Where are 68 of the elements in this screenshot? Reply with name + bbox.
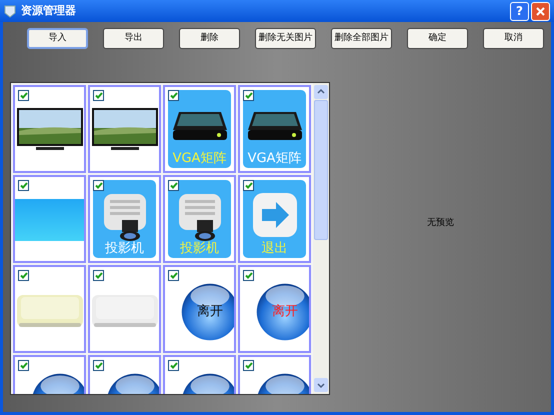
toolbar-button[interactable]: 删除 <box>179 28 240 49</box>
checkbox[interactable] <box>243 180 254 191</box>
checkbox[interactable] <box>168 90 179 101</box>
tile-label: 离开 <box>272 305 298 318</box>
checkbox[interactable] <box>168 360 179 371</box>
check-icon <box>94 92 102 99</box>
image-tile[interactable] <box>13 265 86 353</box>
scroll-thumb[interactable] <box>314 100 328 240</box>
scroll-down-icon[interactable] <box>314 378 328 392</box>
window-title: 资源管理器 <box>21 2 76 19</box>
toolbar-button[interactable]: 删除无关图片 <box>255 28 316 49</box>
help-button[interactable]: ? <box>510 2 529 20</box>
checkbox[interactable] <box>93 180 104 191</box>
preview-text: 无预览 <box>427 217 454 230</box>
scroll-up-icon[interactable] <box>314 85 328 99</box>
television-drawing <box>90 107 158 153</box>
toolbar-button[interactable]: 删除全部图片 <box>331 28 392 49</box>
checkbox[interactable] <box>93 90 104 101</box>
checkbox[interactable] <box>168 180 179 191</box>
check-icon <box>94 362 102 369</box>
key-drawing <box>15 293 84 329</box>
check-icon <box>170 182 178 189</box>
image-tile[interactable] <box>88 265 161 353</box>
television-drawing <box>16 107 84 153</box>
arrow-drawing <box>252 192 298 238</box>
tile-label: 投影机 <box>105 242 144 255</box>
toolbar-button[interactable]: 导入 <box>27 28 88 49</box>
checkbox[interactable] <box>18 180 29 191</box>
check-icon <box>170 92 178 99</box>
image-tile[interactable]: 离开 <box>163 265 236 353</box>
checkbox[interactable] <box>93 360 104 371</box>
check-icon <box>170 362 178 369</box>
close-button[interactable] <box>531 2 550 20</box>
toolbar-button[interactable]: 确定 <box>407 28 468 49</box>
check-icon <box>20 92 28 99</box>
checkbox[interactable] <box>18 360 29 371</box>
gradient-bar-drawing <box>15 199 84 241</box>
check-icon <box>244 182 252 189</box>
check-icon <box>20 182 28 189</box>
image-tile[interactable] <box>13 85 86 173</box>
image-tile[interactable] <box>88 85 161 173</box>
checkbox[interactable] <box>18 90 29 101</box>
checkbox[interactable] <box>168 270 179 281</box>
close-icon <box>536 6 545 16</box>
check-icon <box>244 272 252 279</box>
key-drawing <box>90 293 159 329</box>
tile-label: 离开 <box>197 305 223 318</box>
scrollbar[interactable] <box>313 83 329 394</box>
check-icon <box>94 182 102 189</box>
checkbox[interactable] <box>18 270 29 281</box>
toolbar-button[interactable]: 取消 <box>483 28 544 49</box>
check-icon <box>244 92 252 99</box>
tile-label: 投影机 <box>180 242 219 255</box>
checkbox[interactable] <box>243 360 254 371</box>
check-icon <box>94 272 102 279</box>
toolbar-button[interactable]: 导出 <box>103 28 164 49</box>
check-icon <box>20 362 28 369</box>
checkbox[interactable] <box>243 90 254 101</box>
app-icon <box>4 4 16 18</box>
checkbox[interactable] <box>243 270 254 281</box>
checkbox[interactable] <box>93 270 104 281</box>
check-icon <box>170 272 178 279</box>
tile-label: 退出 <box>262 242 288 255</box>
tile-label: VGA矩阵 <box>248 152 302 165</box>
check-icon <box>244 362 252 369</box>
tile-label: VGA矩阵 <box>172 152 226 165</box>
image-tile[interactable] <box>13 175 86 263</box>
check-icon <box>20 272 28 279</box>
